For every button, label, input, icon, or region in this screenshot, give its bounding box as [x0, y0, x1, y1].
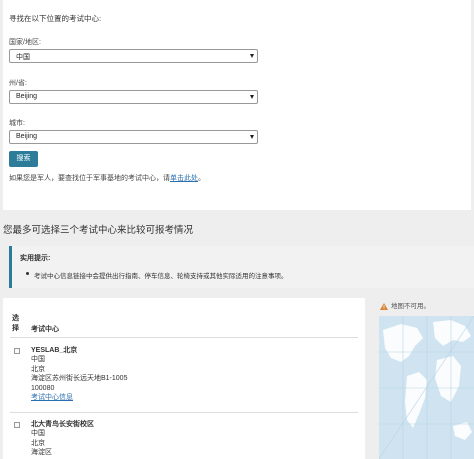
chevron-down-icon — [250, 54, 254, 58]
map-error: 地图不可用。 — [380, 300, 430, 310]
center-postcode: 100080 — [31, 384, 55, 392]
city-select-value: Beijing — [16, 133, 38, 140]
center-address: 海淀区 — [31, 449, 52, 457]
tip-title: 实用提示: — [20, 255, 51, 262]
row-divider — [10, 412, 358, 413]
state-select-value: Beijing — [16, 93, 38, 100]
city-label: 城市: — [9, 120, 25, 127]
center-name: 北大青鸟长安街校区 — [31, 421, 94, 428]
search-button[interactable]: 搜索 — [9, 151, 38, 167]
center-country: 中国 — [31, 356, 45, 364]
center-select-checkbox[interactable] — [14, 348, 20, 354]
test-center-list: 选择 考试中心 YESLAB_北京 中国 北京 海淀区苏州街长远天地B1-100… — [3, 298, 365, 459]
center-name: YESLAB_北京 — [31, 347, 78, 354]
state-label: 州/省: — [9, 80, 27, 87]
center-info-link[interactable]: 考试中心信息 — [31, 393, 127, 402]
center-address: 海淀区苏州街长远天地B1-1005 — [31, 375, 128, 383]
search-card: 寻找在以下位置的考试中心: 国家/地区: 中国 州/省: Beijing 城市:… — [3, 0, 471, 210]
chevron-down-icon — [250, 135, 254, 139]
military-note-end: 。 — [198, 175, 205, 182]
country-select-value: 中国 — [16, 54, 30, 61]
military-click-here-link[interactable]: 单击此处 — [170, 175, 198, 182]
world-map-image — [378, 315, 474, 459]
tip-item: 考试中心信息链接中会提供出行指南、停车信息、轮椅支持或其他实际适用的注意事项。 — [34, 273, 288, 280]
compare-title: 您最多可选择三个考试中心来比较可报考情况 — [3, 225, 194, 236]
center-select-checkbox[interactable] — [14, 422, 20, 428]
city-select[interactable]: Beijing — [9, 130, 258, 144]
bullet-icon — [26, 272, 29, 275]
center-city: 北京 — [31, 439, 45, 447]
country-label: 国家/地区: — [9, 39, 41, 46]
state-select[interactable]: Beijing — [9, 90, 258, 104]
chevron-down-icon — [250, 95, 254, 99]
center-column-header: 考试中心 — [31, 326, 59, 333]
tip-box: 实用提示: 考试中心信息链接中会提供出行指南、停车信息、轮椅支持或其他实际适用的… — [9, 246, 474, 288]
select-column-header: 选择 — [12, 315, 19, 332]
military-note: 如果您是军人，要查找位于军事基地的考试中心，请单击此处。 — [9, 173, 205, 183]
search-intro: 寻找在以下位置的考试中心: — [9, 14, 102, 23]
map-error-text: 地图不可用。 — [391, 303, 430, 310]
warning-triangle-icon — [380, 303, 388, 310]
map-panel: 地图不可用。 — [374, 298, 474, 459]
header-divider — [10, 337, 358, 338]
center-country: 中国 — [31, 430, 45, 438]
country-select[interactable]: 中国 — [9, 49, 258, 63]
center-city: 北京 — [31, 365, 45, 373]
military-note-text: 如果您是军人，要查找位于军事基地的考试中心，请 — [9, 175, 170, 182]
